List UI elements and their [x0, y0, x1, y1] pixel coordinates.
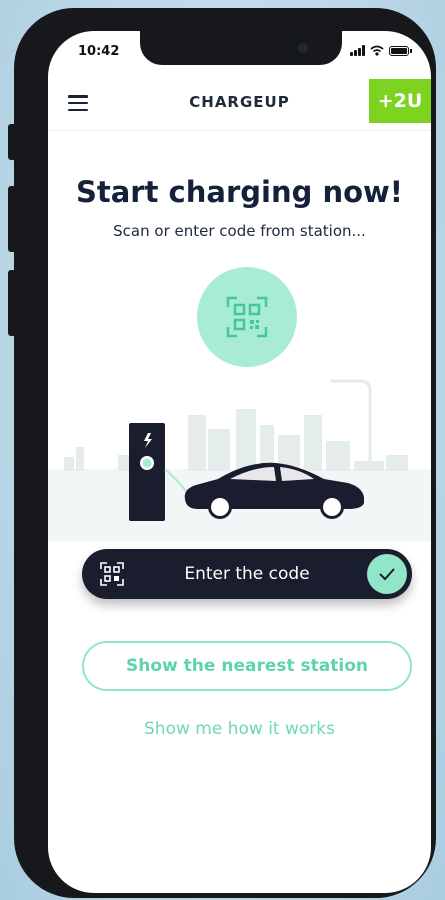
phone-frame: 10:42 CHARGEUP +2U Start charging now! S… — [14, 8, 436, 898]
status-icons — [350, 45, 412, 56]
enter-code-label: Enter the code — [184, 564, 310, 584]
show-nearest-station-button[interactable]: Show the nearest station — [82, 641, 412, 691]
page-subtitle: Scan or enter code from station... — [113, 222, 366, 240]
city-skyline — [64, 409, 408, 471]
checkmark-icon — [379, 568, 395, 581]
notch — [140, 31, 342, 65]
page-title: Start charging now! — [75, 175, 404, 209]
qr-scan-icon — [226, 296, 268, 338]
app-screen: 10:42 CHARGEUP +2U Start charging now! S… — [48, 31, 431, 893]
charging-illustration — [48, 379, 431, 541]
app-header: CHARGEUP +2U — [48, 79, 431, 131]
battery-icon — [389, 45, 412, 56]
status-time: 10:42 — [78, 44, 120, 59]
plus-2u-button[interactable]: +2U — [369, 79, 431, 123]
enter-code-button[interactable]: Enter the code — [82, 549, 412, 599]
camera-icon — [298, 43, 308, 53]
wifi-icon — [370, 45, 384, 56]
how-it-works-link[interactable]: Show me how it works — [48, 719, 431, 739]
confirm-code-button[interactable] — [367, 554, 407, 594]
signal-icon — [350, 45, 365, 56]
